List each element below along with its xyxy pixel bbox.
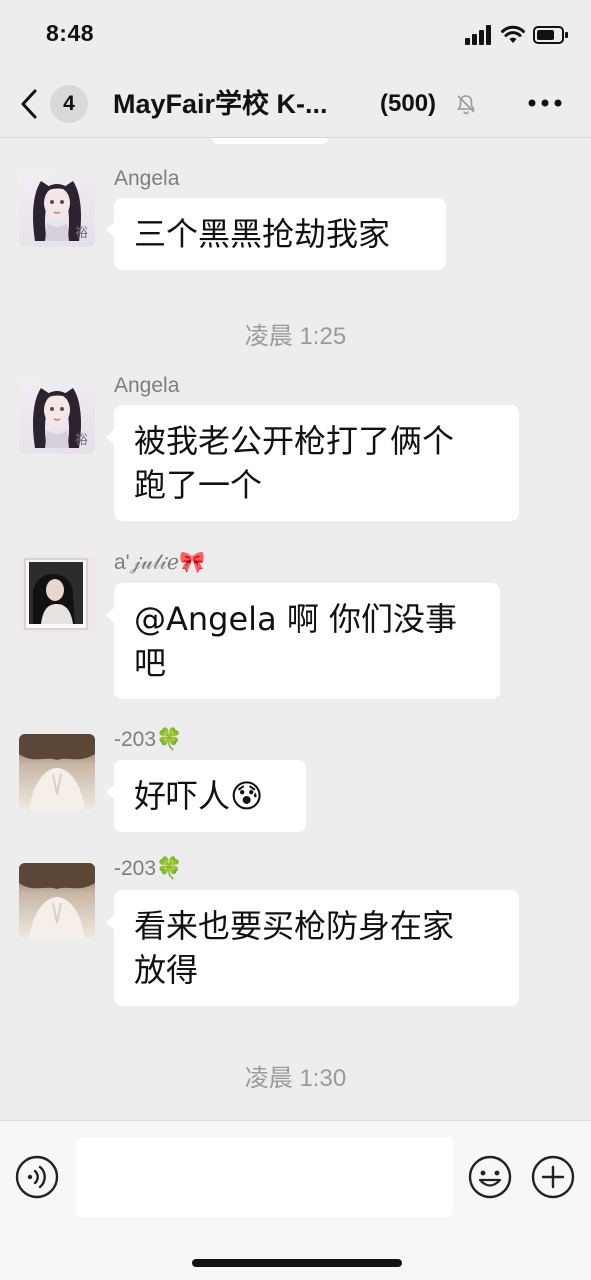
avatar-photo: [19, 863, 95, 939]
wifi-icon: [501, 25, 525, 43]
message-list[interactable]: 裕 Angela 三个黑黑抢劫我家 凌晨 1:25 裕 Angela 被我老公开…: [0, 138, 591, 1120]
mute-bell-icon: [457, 95, 475, 115]
message-bubble[interactable]: 三个黑黑抢劫我家: [106, 198, 446, 270]
sender-name: -203🍀: [114, 728, 183, 751]
message-bubble[interactable]: 看来也要买枪防身在家 放得: [106, 890, 519, 1006]
back-chevron-icon: [21, 89, 37, 119]
avatar[interactable]: [19, 863, 95, 939]
chat-header: 4 MayFair学校 K-... (500): [0, 68, 591, 138]
signal-icon: [465, 25, 491, 45]
avatar-photo: [19, 734, 95, 810]
home-indicator[interactable]: [192, 1259, 402, 1267]
voice-icon[interactable]: [15, 1155, 59, 1199]
plus-icon[interactable]: [531, 1155, 575, 1199]
chat-title[interactable]: MayFair学校 K-...: [113, 85, 368, 123]
svg-text:裕: 裕: [75, 433, 88, 448]
timestamp: 凌晨 1:25: [244, 323, 347, 350]
avatar[interactable]: 裕: [19, 171, 95, 247]
input-bar: [0, 1120, 591, 1280]
sender-name: -203🍀: [114, 857, 183, 880]
avatar[interactable]: [19, 734, 95, 810]
more-dots-icon[interactable]: [527, 96, 563, 110]
message-bubble[interactable]: 被我老公开枪打了俩个 跑了一个: [106, 405, 519, 521]
svg-text:裕: 裕: [75, 226, 88, 241]
avatar-illustration: 裕: [33, 388, 88, 448]
avatar[interactable]: [19, 556, 95, 632]
avatar-photo: [24, 558, 88, 630]
message-bubble[interactable]: 好吓人😰: [106, 760, 306, 832]
member-count: (500): [380, 90, 437, 117]
battery-icon: [533, 26, 568, 44]
avatar-illustration: 裕: [33, 181, 88, 241]
sender-name: Angela: [114, 167, 180, 190]
status-bar: 8:48: [0, 0, 591, 68]
emoji-icon[interactable]: [468, 1155, 512, 1199]
unread-badge[interactable]: 4: [50, 85, 88, 123]
sender-name: Angela: [114, 374, 180, 397]
sender-name: a'𝒿𝓊𝓁𝒾ℯ🎀: [114, 551, 206, 574]
status-time: 8:48: [46, 20, 95, 46]
timestamp: 凌晨 1:30: [244, 1065, 347, 1092]
message-bubble[interactable]: @Angela 啊 你们没事 吧: [106, 583, 500, 699]
avatar[interactable]: 裕: [19, 378, 95, 454]
previous-message-bubble[interactable]: [212, 138, 328, 144]
message-input[interactable]: [76, 1137, 453, 1217]
status-icons: [465, 24, 569, 46]
